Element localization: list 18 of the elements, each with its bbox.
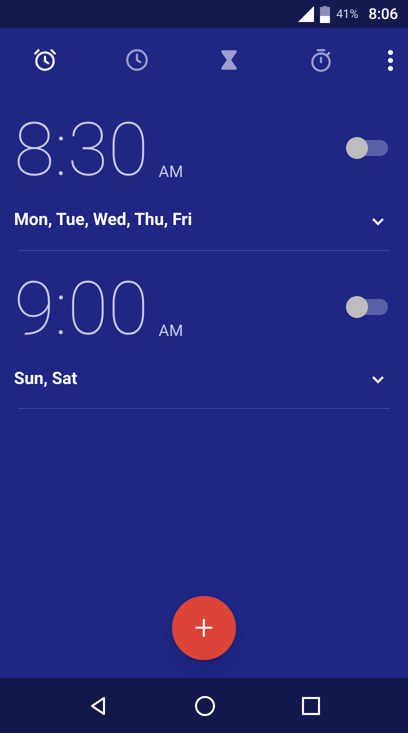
signal-icon xyxy=(298,6,314,22)
alarm-days: Sun, Sat xyxy=(14,366,78,392)
alarm-toggle[interactable] xyxy=(348,298,388,314)
alarm-period: AM xyxy=(158,320,184,342)
home-icon[interactable] xyxy=(194,694,216,716)
alarm-toggle[interactable] xyxy=(348,140,388,156)
battery-percent: 41% xyxy=(336,6,358,23)
alarm-clock-icon xyxy=(32,47,58,73)
battery-icon xyxy=(320,6,330,22)
alarm-days: Mon, Tue, Wed, Thu, Fri xyxy=(14,208,192,234)
recents-icon[interactable] xyxy=(301,696,322,716)
alarm-period: AM xyxy=(158,161,184,183)
alarm-time[interactable]: 9:00 xyxy=(14,276,149,342)
more-options-icon[interactable] xyxy=(386,50,394,70)
add-alarm-button[interactable]: + xyxy=(172,596,236,660)
alarm-time[interactable]: 8:30 xyxy=(14,118,149,184)
status-time: 8:06 xyxy=(368,4,398,25)
clock-icon xyxy=(124,47,150,73)
